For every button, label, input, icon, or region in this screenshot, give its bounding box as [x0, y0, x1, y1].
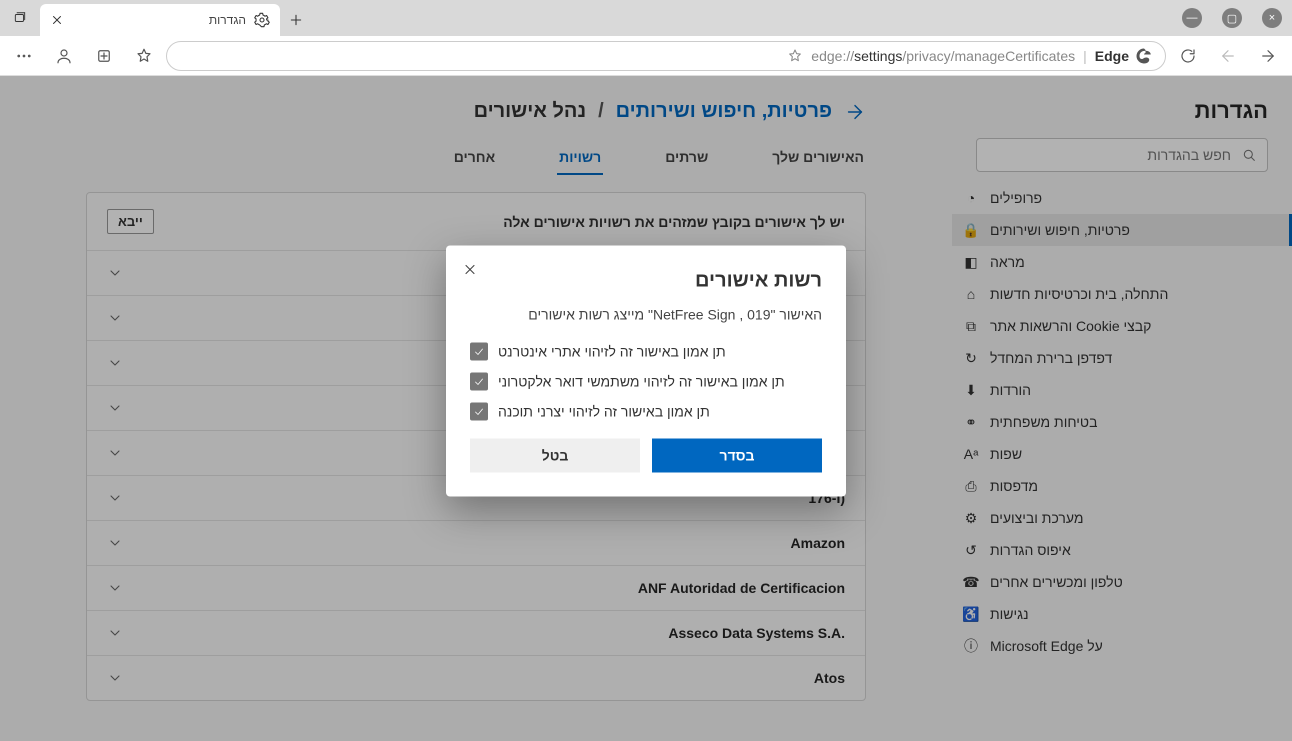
- dialog-description: האישור "NetFree Sign , 019" מייצג רשות א…: [470, 306, 822, 322]
- forward-button[interactable]: [1250, 40, 1286, 72]
- plus-icon: [288, 12, 304, 28]
- checkbox-label: תן אמון באישור זה לזיהוי אתרי אינטרנט: [498, 343, 726, 359]
- more-button[interactable]: [6, 40, 42, 72]
- check-icon: [473, 345, 485, 357]
- new-tab-button[interactable]: [280, 4, 312, 36]
- title-bar: הגדרות — ▢ ×: [0, 0, 1292, 36]
- minimize-button[interactable]: —: [1172, 0, 1212, 36]
- tabs-icon: [13, 11, 27, 25]
- maximize-button[interactable]: ▢: [1212, 0, 1252, 36]
- site-info-icon: [787, 48, 803, 64]
- edge-indicator: Edge: [1095, 47, 1153, 65]
- edge-label: Edge: [1095, 48, 1129, 64]
- trust-checkbox-row[interactable]: תן אמון באישור זה לזיהוי יצרני תוכנה: [470, 402, 822, 420]
- favorites-button[interactable]: [126, 40, 162, 72]
- checkbox[interactable]: [470, 402, 488, 420]
- toolbar: edge://settings/privacy/manageCertificat…: [0, 36, 1292, 76]
- browser-tab[interactable]: הגדרות: [40, 4, 280, 36]
- dialog-close-button[interactable]: [458, 257, 482, 281]
- profile-button[interactable]: [46, 40, 82, 72]
- edge-icon: [1135, 47, 1153, 65]
- check-icon: [473, 375, 485, 387]
- window-controls: — ▢ ×: [1172, 0, 1292, 36]
- tabs-overview-button[interactable]: [0, 0, 40, 36]
- tab-title: הגדרות: [72, 13, 246, 27]
- check-icon: [473, 405, 485, 417]
- refresh-button[interactable]: [1170, 40, 1206, 72]
- close-window-button[interactable]: ×: [1252, 0, 1292, 36]
- ok-button[interactable]: בסדר: [652, 438, 822, 472]
- url-suffix: /privacy/manageCertificates: [902, 48, 1075, 64]
- url-prefix: edge://: [811, 48, 854, 64]
- url-separator: |: [1083, 48, 1087, 64]
- trust-checkbox-row[interactable]: תן אמון באישור זה לזיהוי משתמשי דואר אלק…: [470, 372, 822, 390]
- gear-icon: [254, 12, 270, 28]
- back-button[interactable]: [1210, 40, 1246, 72]
- checkbox-label: תן אמון באישור זה לזיהוי יצרני תוכנה: [498, 403, 710, 419]
- trust-checkbox-row[interactable]: תן אמון באישור זה לזיהוי אתרי אינטרנט: [470, 342, 822, 360]
- checkbox[interactable]: [470, 342, 488, 360]
- collections-button[interactable]: [86, 40, 122, 72]
- checkbox[interactable]: [470, 372, 488, 390]
- dialog-title: רשות אישורים: [470, 269, 822, 292]
- checkbox-label: תן אמון באישור זה לזיהוי משתמשי דואר אלק…: [498, 373, 785, 389]
- close-icon: [462, 261, 478, 277]
- url-strong: settings: [854, 48, 902, 64]
- url-text: edge://settings/privacy/manageCertificat…: [811, 48, 1075, 64]
- cancel-button[interactable]: בטל: [470, 438, 640, 472]
- certificate-authority-dialog: רשות אישורים האישור "NetFree Sign , 019"…: [446, 245, 846, 496]
- close-icon[interactable]: [50, 13, 64, 27]
- address-bar[interactable]: edge://settings/privacy/manageCertificat…: [166, 41, 1166, 71]
